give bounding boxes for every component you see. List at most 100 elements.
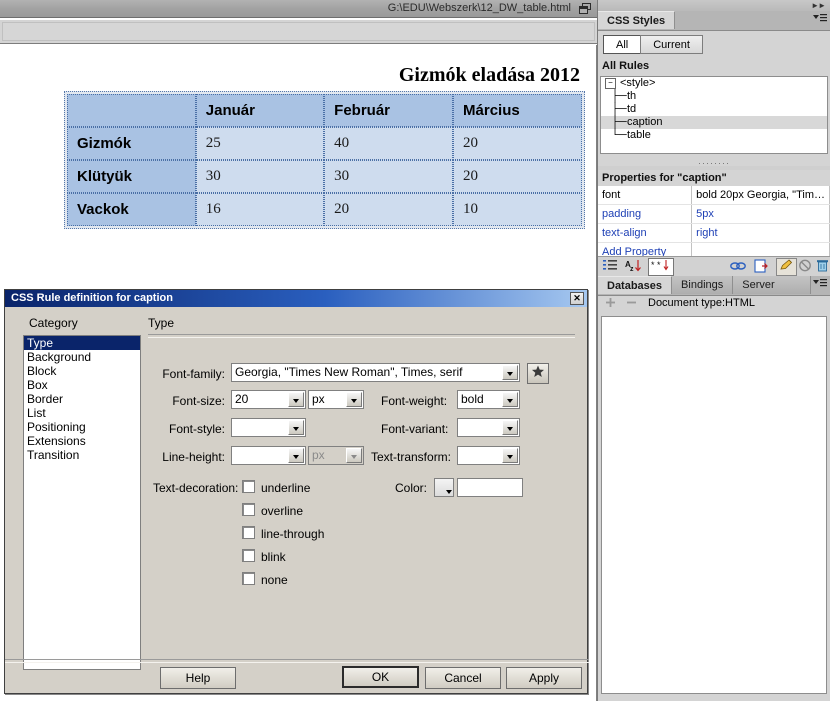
- tab-server-behaviors[interactable]: Server Behaviors: [733, 276, 812, 294]
- all-rules-tree[interactable]: − <style> ├─th ├─td ├─caption └─table: [600, 76, 828, 154]
- databases-list[interactable]: [601, 316, 827, 694]
- favorite-star-icon[interactable]: [527, 363, 549, 384]
- table-row-header-vackok[interactable]: Vackok: [67, 193, 196, 226]
- panel-splitter[interactable]: ․․․․․․․․: [598, 157, 830, 166]
- help-button[interactable]: Help: [160, 667, 236, 689]
- category-item-list[interactable]: List: [24, 406, 140, 420]
- category-item-transition[interactable]: Transition: [24, 448, 140, 462]
- css-styles-tabbar: CSS Styles: [598, 11, 830, 31]
- close-icon[interactable]: ✕: [570, 292, 584, 305]
- chevron-down-icon[interactable]: [502, 448, 518, 463]
- font-size-unit-select[interactable]: px: [308, 390, 364, 409]
- color-picker-icon[interactable]: [434, 478, 454, 497]
- table-row-header-klutyuk[interactable]: Klütyük: [67, 160, 196, 193]
- category-item-box[interactable]: Box: [24, 378, 140, 392]
- property-row-font[interactable]: font bold 20px Georgia, "Tim…: [598, 186, 830, 205]
- font-style-select[interactable]: [231, 418, 306, 437]
- table-corner-cell[interactable]: [67, 94, 196, 127]
- checkbox-underline-label: underline: [261, 481, 311, 495]
- property-value[interactable]: right: [691, 223, 830, 243]
- chevron-down-icon[interactable]: [502, 392, 518, 407]
- table-cell[interactable]: 10: [453, 193, 582, 226]
- chevron-down-icon[interactable]: [288, 448, 304, 463]
- table-cell[interactable]: 20: [453, 160, 582, 193]
- properties-table[interactable]: font bold 20px Georgia, "Tim… padding 5p…: [598, 186, 830, 262]
- category-view-icon[interactable]: [603, 259, 618, 275]
- cancel-button[interactable]: Cancel: [425, 667, 501, 689]
- chevron-down-icon[interactable]: [288, 420, 304, 435]
- property-value[interactable]: 5px: [691, 204, 830, 224]
- dialog-titlebar[interactable]: CSS Rule definition for caption ✕: [5, 290, 587, 307]
- line-height-select[interactable]: [231, 446, 306, 465]
- restore-window-icon[interactable]: [579, 3, 592, 15]
- databases-panel-menu-icon[interactable]: [813, 278, 827, 291]
- plus-icon[interactable]: [605, 297, 617, 312]
- rule-tree-item-style[interactable]: − <style>: [601, 77, 827, 90]
- checkbox-line-through[interactable]: [242, 526, 255, 539]
- font-variant-select[interactable]: [457, 418, 520, 437]
- property-row-padding[interactable]: padding 5px: [598, 204, 830, 224]
- css-mode-all[interactable]: All: [603, 35, 641, 54]
- table-row-header-gizmok[interactable]: Gizmók: [67, 127, 196, 160]
- tab-databases[interactable]: Databases: [598, 276, 673, 294]
- attach-style-sheet-icon[interactable]: [730, 259, 747, 275]
- edit-rule-icon[interactable]: [776, 258, 797, 276]
- category-item-extensions[interactable]: Extensions: [24, 434, 140, 448]
- tab-bindings[interactable]: Bindings: [672, 276, 734, 294]
- color-input[interactable]: [457, 478, 523, 497]
- tab-css-styles[interactable]: CSS Styles: [598, 11, 676, 29]
- disable-css-property-icon[interactable]: [798, 259, 812, 275]
- category-item-type[interactable]: Type: [24, 336, 140, 350]
- delete-css-rule-icon[interactable]: [816, 259, 829, 275]
- chevron-down-icon[interactable]: [502, 420, 518, 435]
- chevron-down-icon[interactable]: [502, 365, 518, 380]
- checkbox-none[interactable]: [242, 572, 255, 585]
- chevron-down-icon[interactable]: [346, 392, 362, 407]
- table-cell[interactable]: 30: [324, 160, 454, 193]
- minus-icon[interactable]: [626, 297, 638, 312]
- rule-tree-item-caption[interactable]: ├─caption: [601, 116, 827, 129]
- document-titlebar[interactable]: G:\EDU\Webszerk\12_DW_table.html: [0, 0, 597, 18]
- property-name[interactable]: font: [598, 186, 693, 205]
- font-family-select[interactable]: Georgia, "Times New Roman", Times, serif: [231, 363, 520, 382]
- table-header-cell-february[interactable]: Február: [324, 94, 454, 127]
- font-weight-select[interactable]: bold: [457, 390, 520, 409]
- category-item-positioning[interactable]: Positioning: [24, 420, 140, 434]
- font-size-select[interactable]: 20: [231, 390, 306, 409]
- category-list[interactable]: Type Background Block Box Border List Po…: [23, 335, 141, 670]
- rule-tree-item-th[interactable]: ├─th: [601, 90, 827, 103]
- table-cell[interactable]: 16: [195, 193, 325, 226]
- checkbox-blink[interactable]: [242, 549, 255, 562]
- css-styles-panel-menu-icon[interactable]: [813, 13, 827, 26]
- checkbox-overline[interactable]: [242, 503, 255, 516]
- chevron-down-icon[interactable]: [288, 392, 304, 407]
- css-mode-segmented[interactable]: All Current: [603, 35, 703, 54]
- table-cell[interactable]: 30: [195, 160, 325, 193]
- property-name[interactable]: text-align: [598, 223, 693, 243]
- table-header-cell-march[interactable]: Március: [453, 94, 582, 127]
- expand-panels-icon[interactable]: ►►: [811, 1, 826, 10]
- minus-toggle-icon[interactable]: −: [605, 77, 616, 89]
- category-item-block[interactable]: Block: [24, 364, 140, 378]
- alphabetical-view-icon[interactable]: A z: [625, 259, 643, 276]
- table-header-cell-january[interactable]: Január: [195, 94, 325, 127]
- category-item-background[interactable]: Background: [24, 350, 140, 364]
- ok-button[interactable]: OK: [342, 666, 419, 688]
- table-cell[interactable]: 40: [324, 127, 454, 160]
- text-transform-select[interactable]: [457, 446, 520, 465]
- table-cell[interactable]: 25: [195, 127, 325, 160]
- new-css-rule-icon[interactable]: [754, 259, 769, 276]
- set-properties-view-icon[interactable]: * *: [648, 258, 674, 276]
- css-mode-current[interactable]: Current: [640, 35, 703, 54]
- category-item-border[interactable]: Border: [24, 392, 140, 406]
- checkbox-underline[interactable]: [242, 480, 255, 493]
- property-value[interactable]: bold 20px Georgia, "Tim…: [691, 186, 830, 205]
- table-cell[interactable]: 20: [324, 193, 454, 226]
- sales-table[interactable]: Január Február Március Gizmók 25 40 20 K…: [64, 91, 585, 229]
- apply-button[interactable]: Apply: [506, 667, 582, 689]
- rule-tree-item-td[interactable]: ├─td: [601, 103, 827, 116]
- property-name[interactable]: padding: [598, 204, 693, 224]
- property-row-text-align[interactable]: text-align right: [598, 223, 830, 243]
- table-cell[interactable]: 20: [453, 127, 582, 160]
- rule-tree-item-table[interactable]: └─table: [601, 129, 827, 142]
